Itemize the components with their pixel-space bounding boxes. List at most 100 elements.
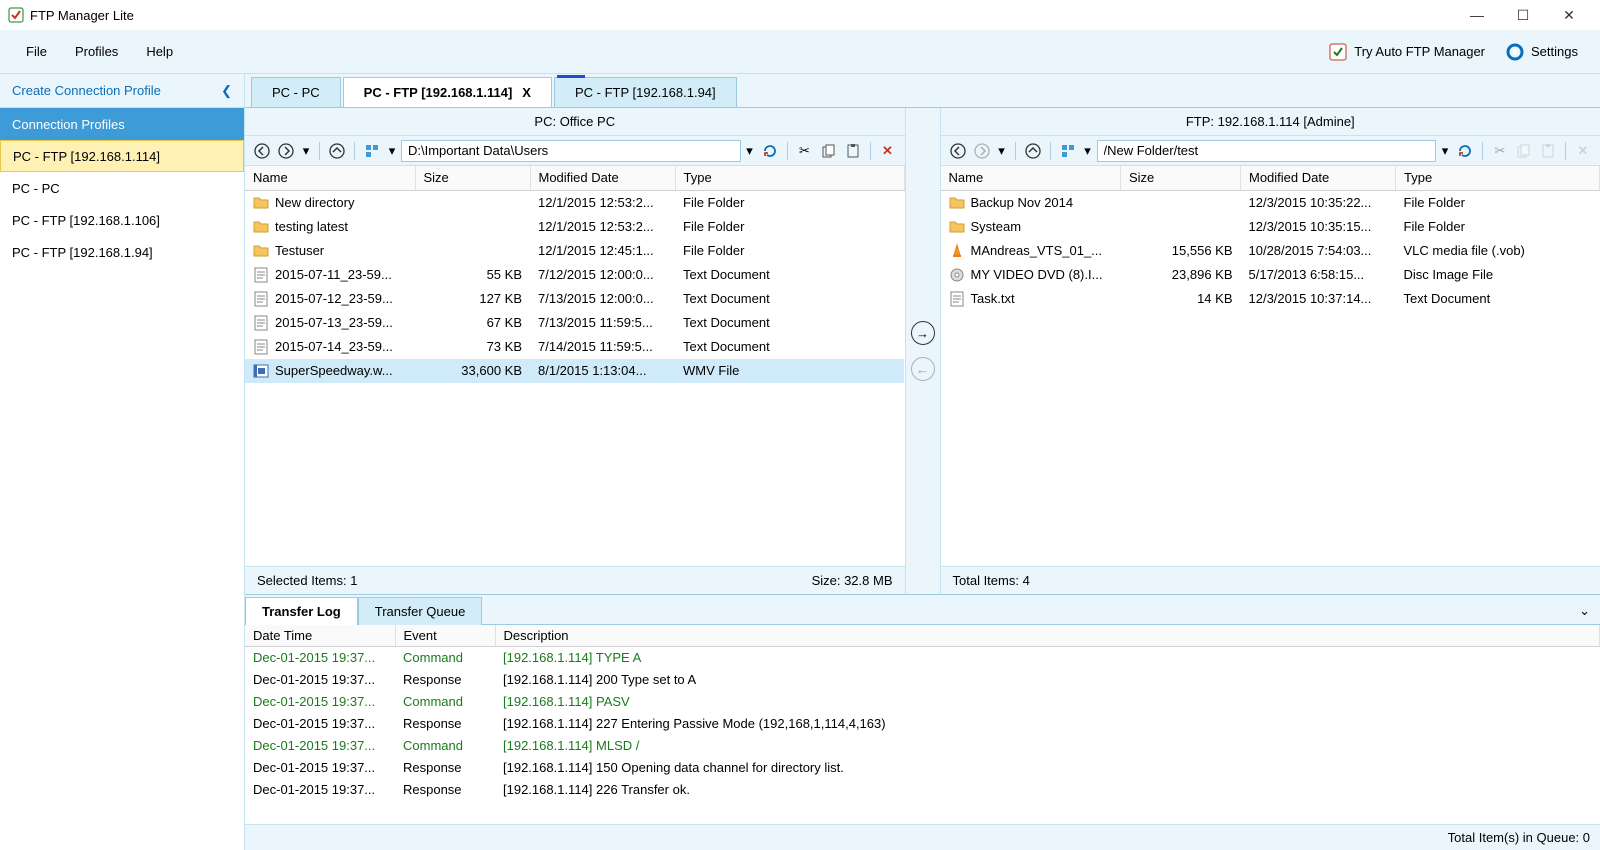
table-row[interactable]: Testuser12/1/2015 12:45:1...File Folder [245,239,904,263]
table-row[interactable]: 2015-07-12_23-59...127 KB7/13/2015 12:00… [245,287,904,311]
transfer-left-button[interactable]: ← [911,357,935,381]
try-auto-ftp-button[interactable]: Try Auto FTP Manager [1318,38,1495,66]
transfer-right-button[interactable]: → [911,321,935,345]
file-date: 10/28/2015 7:54:03... [1241,239,1396,263]
connection-tab[interactable]: PC - FTP [192.168.1.94] [554,77,737,107]
tab-transfer-queue[interactable]: Transfer Queue [358,597,483,625]
table-row[interactable]: MY VIDEO DVD (8).I...23,896 KB5/17/2013 … [941,263,1600,287]
file-type: Disc Image File [1396,263,1600,287]
log-row[interactable]: Dec-01-2015 19:37...Command[192.168.1.11… [245,691,1600,713]
menu-help[interactable]: Help [132,38,187,65]
column-header[interactable]: Size [1121,166,1241,190]
remote-refresh-button[interactable] [1454,140,1476,162]
table-row[interactable]: MAndreas_VTS_01_...15,556 KB10/28/2015 7… [941,239,1600,263]
profile-item[interactable]: PC - FTP [192.168.1.114] [0,140,244,172]
table-row[interactable]: 2015-07-13_23-59...67 KB7/13/2015 11:59:… [245,311,904,335]
collapse-bottom-panel[interactable]: ⌄ [1569,597,1600,625]
profile-item[interactable]: PC - PC [0,172,244,204]
log-column-header[interactable]: Event [395,625,495,647]
create-connection-label: Create Connection Profile [12,83,161,98]
local-toolbar: ▾ ▾ ▾ ✂ ✕ [245,136,905,166]
delete-button[interactable]: ✕ [877,140,899,162]
log-cell: Response [395,779,495,801]
table-row[interactable]: testing latest12/1/2015 12:53:2...File F… [245,215,904,239]
profile-item[interactable]: PC - FTP [192.168.1.106] [0,204,244,236]
table-row[interactable]: Backup Nov 201412/3/2015 10:35:22...File… [941,190,1600,215]
log-column-header[interactable]: Date Time [245,625,395,647]
forward-button[interactable] [275,140,297,162]
remote-up-button[interactable] [1022,140,1044,162]
refresh-button[interactable] [759,140,781,162]
local-file-table[interactable]: NameSizeModified DateType New directory1… [245,166,905,566]
transfer-log-table[interactable]: Date TimeEventDescription Dec-01-2015 19… [245,625,1600,824]
settings-button[interactable]: Settings [1495,38,1588,66]
column-header[interactable]: Modified Date [530,166,675,190]
remote-history-dropdown[interactable]: ▾ [995,140,1009,162]
remote-cut-button[interactable]: ✂ [1489,140,1511,162]
local-path-input[interactable] [401,140,741,162]
log-row[interactable]: Dec-01-2015 19:37...Command[192.168.1.11… [245,647,1600,669]
log-row[interactable]: Dec-01-2015 19:37...Response[192.168.1.1… [245,713,1600,735]
file-name: MY VIDEO DVD (8).I... [971,267,1103,282]
tab-transfer-log[interactable]: Transfer Log [245,597,358,625]
remote-back-button[interactable] [947,140,969,162]
remote-file-table[interactable]: NameSizeModified DateType Backup Nov 201… [941,166,1600,566]
remote-paste-button[interactable] [1537,140,1559,162]
view-mode-dropdown[interactable]: ▾ [385,140,399,162]
log-row[interactable]: Dec-01-2015 19:37...Response[192.168.1.1… [245,779,1600,801]
log-cell: [192.168.1.114] 227 Entering Passive Mod… [495,713,1600,735]
back-button[interactable] [251,140,273,162]
maximize-button[interactable]: ☐ [1500,0,1546,30]
up-button[interactable] [326,140,348,162]
log-row[interactable]: Dec-01-2015 19:37...Command[192.168.1.11… [245,735,1600,757]
cut-button[interactable]: ✂ [794,140,816,162]
column-header[interactable]: Type [1396,166,1600,190]
column-header[interactable]: Name [941,166,1121,190]
txt-icon [253,267,269,283]
remote-delete-button[interactable]: ✕ [1572,140,1594,162]
txt-icon [253,339,269,355]
tab-close-icon[interactable]: X [522,85,531,100]
table-row[interactable]: 2015-07-14_23-59...73 KB7/14/2015 11:59:… [245,335,904,359]
file-type: VLC media file (.vob) [1396,239,1600,263]
create-connection-profile[interactable]: Create Connection Profile ❮ [0,74,244,108]
log-cell: [192.168.1.114] MLSD / [495,735,1600,757]
table-row[interactable]: Task.txt14 KB12/3/2015 10:37:14...Text D… [941,287,1600,311]
column-header[interactable]: Type [675,166,904,190]
remote-path-dropdown[interactable]: ▾ [1438,140,1452,162]
log-row[interactable]: Dec-01-2015 19:37...Response[192.168.1.1… [245,669,1600,691]
history-dropdown[interactable]: ▾ [299,140,313,162]
remote-view-mode-button[interactable] [1057,140,1079,162]
collapse-sidebar-icon[interactable]: ❮ [221,83,232,99]
column-header[interactable]: Size [415,166,530,190]
remote-path-input[interactable] [1097,140,1437,162]
log-cell: Dec-01-2015 19:37... [245,779,395,801]
remote-view-mode-dropdown[interactable]: ▾ [1081,140,1095,162]
menu-file[interactable]: File [12,38,61,65]
table-row[interactable]: Systeam12/3/2015 10:35:15...File Folder [941,215,1600,239]
view-mode-button[interactable] [361,140,383,162]
copy-button[interactable] [818,140,840,162]
close-button[interactable]: ✕ [1546,0,1592,30]
table-row[interactable]: SuperSpeedway.w...33,600 KB8/1/2015 1:13… [245,359,904,383]
table-row[interactable]: 2015-07-11_23-59...55 KB7/12/2015 12:00:… [245,263,904,287]
remote-copy-button[interactable] [1513,140,1535,162]
column-header[interactable]: Name [245,166,415,190]
table-row[interactable]: New directory12/1/2015 12:53:2...File Fo… [245,190,904,215]
log-cell: Dec-01-2015 19:37... [245,757,395,779]
file-size [1121,190,1241,215]
profile-item[interactable]: PC - FTP [192.168.1.94] [0,236,244,268]
connection-tab[interactable]: PC - PC [251,77,341,107]
menu-profiles[interactable]: Profiles [61,38,132,65]
log-column-header[interactable]: Description [495,625,1600,647]
path-dropdown[interactable]: ▾ [743,140,757,162]
paste-button[interactable] [842,140,864,162]
log-row[interactable]: Dec-01-2015 19:37...Response[192.168.1.1… [245,757,1600,779]
minimize-button[interactable]: — [1454,0,1500,30]
column-header[interactable]: Modified Date [1241,166,1396,190]
file-size [1121,215,1241,239]
connection-tab[interactable]: PC - FTP [192.168.1.114]X [343,77,552,107]
remote-forward-button[interactable] [971,140,993,162]
folder-icon [253,219,269,235]
txt-icon [253,315,269,331]
